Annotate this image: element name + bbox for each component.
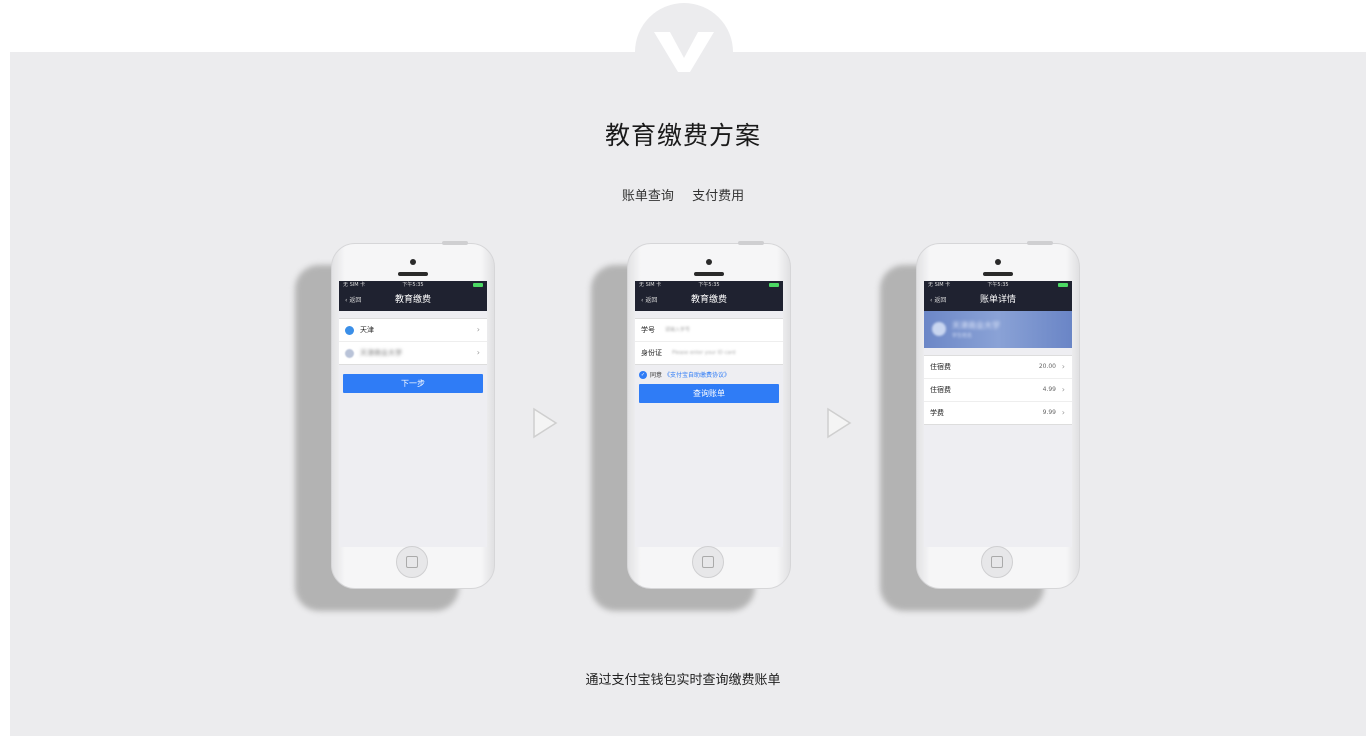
phone-mockup-1: 无 SIM 卡 下午5:35 ‹ 返回 教育缴费 天津 › 天津商业大学 › 下…: [295, 241, 531, 615]
home-button: [692, 546, 724, 578]
back-button[interactable]: ‹ 返回: [930, 290, 946, 311]
speaker-icon: [694, 272, 724, 276]
power-button: [738, 241, 764, 245]
back-label: 返回: [645, 297, 658, 304]
location-pin-icon: [345, 325, 354, 335]
page-title: 教育缴费方案: [604, 121, 761, 150]
arrow-right-icon: [533, 407, 558, 439]
phone-screen: 无 SIM 卡 下午5:35 ‹ 返回 教育缴费 天津 › 天津商业大学 › 下…: [339, 281, 487, 547]
phone-frame: 无 SIM 卡 下午5:35 ‹ 返回 账单详情 天津商业大学 学生姓名 住宿费…: [916, 241, 1080, 589]
chevron-right-icon: ›: [476, 325, 480, 334]
field-label: 身份证: [641, 349, 662, 357]
list-item-city[interactable]: 天津 ›: [339, 319, 487, 342]
nav-bar: ‹ 返回 教育缴费: [339, 290, 487, 311]
nav-bar: ‹ 返回 教育缴费: [635, 290, 783, 311]
list-item-label: 天津: [360, 326, 374, 334]
power-button: [1027, 241, 1053, 245]
list-item-school[interactable]: 天津商业大学 ›: [339, 342, 487, 364]
status-bar: 无 SIM 卡 下午5:35: [339, 281, 487, 290]
power-button: [442, 241, 468, 245]
logo[interactable]: [635, 3, 733, 101]
home-square-icon: [702, 556, 714, 568]
v-logo-icon: [654, 32, 714, 72]
student-id-field[interactable]: 学号 请输入学号: [635, 319, 783, 342]
footer-caption: 通过支付宝钱包实时查询缴费账单: [585, 673, 781, 688]
sub-nav: 账单查询 支付费用: [0, 185, 1366, 204]
fee-amount: 20.00: [1038, 363, 1056, 370]
nav-title: 账单详情: [979, 295, 1016, 305]
back-button[interactable]: ‹ 返回: [641, 290, 657, 311]
fee-amount: 9.99: [1042, 409, 1056, 416]
list-item-label: 天津商业大学: [360, 349, 402, 357]
chevron-right-icon: ›: [476, 348, 480, 357]
school-icon: [345, 348, 354, 358]
student-id-input[interactable]: 请输入学号: [665, 319, 690, 341]
school-logo-icon: [932, 322, 946, 336]
field-label: 学号: [641, 326, 655, 334]
battery-icon: [1058, 283, 1068, 287]
status-time: 下午5:35: [402, 282, 424, 288]
back-label: 返回: [934, 297, 947, 304]
back-label: 返回: [349, 297, 362, 304]
home-square-icon: [406, 556, 418, 568]
nav-title: 教育缴费: [690, 295, 727, 305]
status-bar: 无 SIM 卡 下午5:35: [924, 281, 1072, 290]
school-name: 天津商业大学: [952, 321, 1000, 330]
back-button[interactable]: ‹ 返回: [345, 290, 361, 311]
fee-row[interactable]: 住宿费 20.00 ›: [924, 356, 1072, 379]
agreement-link[interactable]: 《支付宝自助缴费协议》: [664, 370, 730, 379]
fee-row[interactable]: 住宿费 4.99 ›: [924, 379, 1072, 402]
nav-title: 教育缴费: [394, 295, 431, 305]
status-time: 下午5:35: [698, 282, 720, 288]
camera-icon: [995, 259, 1001, 265]
phone-mockup-2: 无 SIM 卡 下午5:35 ‹ 返回 教育缴费 学号 请输入学号 身份证 Pl…: [591, 241, 827, 615]
battery-icon: [473, 283, 483, 287]
speaker-icon: [983, 272, 1013, 276]
phone-frame: 无 SIM 卡 下午5:35 ‹ 返回 教育缴费 学号 请输入学号 身份证 Pl…: [627, 241, 791, 589]
phone-mockup-3: 无 SIM 卡 下午5:35 ‹ 返回 账单详情 天津商业大学 学生姓名 住宿费…: [880, 241, 1116, 615]
id-card-field[interactable]: 身份证 Please enter your ID card: [635, 342, 783, 364]
chevron-right-icon: ›: [1061, 408, 1065, 417]
speaker-icon: [398, 272, 428, 276]
checkbox-checked-icon[interactable]: ✓: [639, 370, 647, 379]
home-button: [396, 546, 428, 578]
school-banner: 天津商业大学 学生姓名: [924, 311, 1072, 348]
region-list: 天津 › 天津商业大学 ›: [339, 318, 487, 365]
arrow-right-icon: [827, 407, 852, 439]
phone-frame: 无 SIM 卡 下午5:35 ‹ 返回 教育缴费 天津 › 天津商业大学 › 下…: [331, 241, 495, 589]
agreement-row: ✓ 同意 《支付宝自助缴费协议》: [639, 370, 779, 379]
form-fields: 学号 请输入学号 身份证 Please enter your ID card: [635, 318, 783, 365]
status-bar: 无 SIM 卡 下午5:35: [635, 281, 783, 290]
nav-bar: ‹ 返回 账单详情: [924, 290, 1072, 311]
fee-label: 住宿费: [930, 386, 951, 394]
phone-screen: 无 SIM 卡 下午5:35 ‹ 返回 教育缴费 学号 请输入学号 身份证 Pl…: [635, 281, 783, 547]
student-name: 学生姓名: [952, 333, 973, 339]
agree-label: 同意: [650, 372, 663, 379]
home-button: [981, 546, 1013, 578]
chevron-right-icon: ›: [1061, 362, 1065, 371]
status-time: 下午5:35: [987, 282, 1009, 288]
fee-label: 住宿费: [930, 363, 951, 371]
fee-row[interactable]: 学费 9.99 ›: [924, 402, 1072, 424]
camera-icon: [706, 259, 712, 265]
fee-amount: 4.99: [1042, 386, 1056, 393]
next-step-button[interactable]: 下一步: [343, 374, 483, 393]
home-square-icon: [991, 556, 1003, 568]
fee-label: 学费: [930, 409, 944, 417]
phone-screen: 无 SIM 卡 下午5:35 ‹ 返回 账单详情 天津商业大学 学生姓名 住宿费…: [924, 281, 1072, 547]
chevron-right-icon: ›: [1061, 385, 1065, 394]
tab-pay-fees[interactable]: 支付费用: [692, 189, 744, 204]
query-bill-button[interactable]: 查询账单: [639, 384, 779, 403]
tab-bill-query[interactable]: 账单查询: [622, 189, 674, 204]
id-card-input[interactable]: Please enter your ID card: [672, 342, 735, 364]
battery-icon: [769, 283, 779, 287]
fee-list: 住宿费 20.00 › 住宿费 4.99 › 学费 9.99 ›: [924, 355, 1072, 425]
camera-icon: [410, 259, 416, 265]
